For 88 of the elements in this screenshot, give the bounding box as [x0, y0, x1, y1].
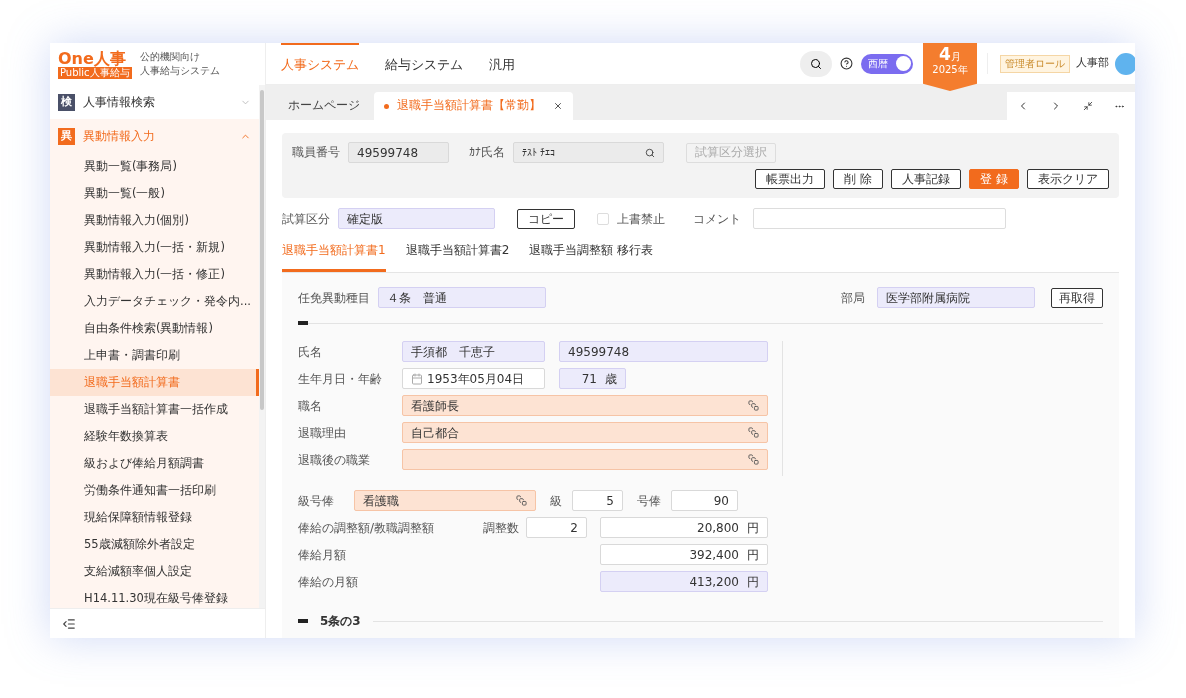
- menu-item[interactable]: 現給保障額情報登録: [50, 504, 259, 531]
- close-icon[interactable]: [553, 101, 563, 111]
- help-icon[interactable]: [840, 57, 853, 70]
- department-label: 人事部: [1076, 55, 1109, 72]
- action-button[interactable]: 帳票出力: [755, 169, 826, 189]
- collapse-menu-icon[interactable]: [62, 616, 76, 631]
- group-label: 人事情報検索: [83, 94, 156, 111]
- menu-item[interactable]: 経験年数換算表: [50, 423, 259, 450]
- role-badge: 管理者ロール: [1000, 54, 1070, 73]
- lookup-field[interactable]: [402, 449, 768, 470]
- menu-item[interactable]: 異動一覧(事務局): [50, 153, 259, 180]
- count-field[interactable]: 2: [526, 517, 587, 538]
- checkbox-label: 上書禁止: [617, 210, 665, 228]
- field-label: 職名: [298, 397, 323, 415]
- section-title: 5条の3: [320, 613, 361, 630]
- field-label: 職員番号: [292, 143, 340, 161]
- menu-item[interactable]: 上申書・調書印刷: [50, 342, 259, 369]
- grade-type-field[interactable]: 看護職: [354, 490, 536, 511]
- copy-button[interactable]: コピー: [517, 208, 575, 229]
- calendar-icon: [411, 372, 423, 385]
- subtitle: 人事給与システム: [139, 64, 220, 78]
- field-label: 任免異動種目: [298, 289, 370, 307]
- employee-number-field[interactable]: 49599748: [559, 341, 768, 362]
- field-label: 調整数: [483, 519, 520, 537]
- comment-field[interactable]: [753, 208, 1006, 229]
- group-icon: 異: [58, 127, 75, 145]
- department-field[interactable]: 医学部附属病院: [877, 287, 1035, 308]
- field-label: 試算区分: [282, 210, 330, 228]
- menu-item[interactable]: H14.11.30現在級号俸登録: [50, 585, 259, 608]
- menu-item[interactable]: 入力データチェック・発令内...: [50, 288, 259, 315]
- logo-badge: Public人事給与: [58, 66, 132, 79]
- lookup-field[interactable]: 看護師長: [402, 395, 768, 416]
- calc-type-field[interactable]: 確定版: [338, 208, 495, 229]
- menu-item[interactable]: 異動一覧(一般): [50, 180, 259, 207]
- field-label: 級号俸: [298, 492, 335, 510]
- nav-tab[interactable]: 給与システム: [385, 43, 463, 84]
- collapse-icon[interactable]: [1082, 101, 1093, 111]
- search-icon[interactable]: [800, 50, 832, 77]
- menu-item[interactable]: 労働条件通知書一括印刷: [50, 477, 259, 504]
- refetch-button[interactable]: 再取得: [1051, 287, 1103, 308]
- action-button[interactable]: 削 除: [833, 169, 884, 189]
- amount-field[interactable]: 20,800 円: [600, 517, 768, 538]
- nav-tab[interactable]: 汎用: [489, 43, 515, 84]
- sub-tab[interactable]: 退職手当調整額 移行表: [529, 241, 654, 272]
- field-label: 俸給の月額: [298, 573, 359, 591]
- menu-item[interactable]: 支給減額率個人設定: [50, 558, 259, 585]
- amount-field[interactable]: 392,400 円: [600, 544, 768, 565]
- field-label: 部局: [841, 289, 865, 307]
- page-tab[interactable]: ホームページ: [278, 92, 370, 120]
- field-label: 氏名: [298, 343, 323, 361]
- birth-date-field[interactable]: 1953年05月04日: [402, 368, 545, 389]
- field-label: 俸給の調整額/教職調整額: [298, 519, 436, 537]
- search-icon[interactable]: [645, 147, 655, 158]
- field-label: 生年月日・年齢: [298, 370, 383, 388]
- menu-item[interactable]: 退職手当額計算書一括作成: [50, 396, 259, 423]
- calendar-toggle[interactable]: 西暦: [861, 53, 913, 74]
- field-label: 退職理由: [298, 424, 347, 442]
- group-icon: 検: [58, 93, 75, 111]
- group-label: 異動情報入力: [83, 128, 156, 145]
- field-label: 俸給月額: [298, 546, 347, 564]
- menu-item[interactable]: 異動情報入力(個別): [50, 207, 259, 234]
- field-label: コメント: [693, 210, 741, 228]
- employee-number-field[interactable]: 49599748: [348, 142, 449, 163]
- name-field[interactable]: 手須都 千恵子: [402, 341, 545, 362]
- sub-tab[interactable]: 退職手当額計算書2: [405, 241, 510, 272]
- field-label: ｶﾅ氏名: [469, 143, 505, 161]
- kana-name-field[interactable]: ﾃｽﾄ ﾁｴｺ: [513, 142, 664, 163]
- field-label: 退職後の職業: [298, 451, 371, 469]
- transfer-type-field[interactable]: ４条 普通: [378, 287, 546, 308]
- lookup-field[interactable]: 自己都合: [402, 422, 768, 443]
- amount-field[interactable]: 413,200 円: [600, 571, 768, 592]
- age-field[interactable]: 71 歳: [559, 368, 626, 389]
- logo-text: One人事: [58, 49, 126, 67]
- menu-item[interactable]: 自由条件検索(異動情報): [50, 315, 259, 342]
- field-label: 号俸: [637, 492, 661, 510]
- menu-item[interactable]: 55歳減額除外者設定: [50, 531, 259, 558]
- menu-group[interactable]: 検 人事情報検索: [50, 85, 259, 119]
- action-button[interactable]: 表示クリア: [1027, 169, 1109, 189]
- menu-item[interactable]: 異動情報入力(一括・修正): [50, 261, 259, 288]
- step-field[interactable]: 90: [671, 490, 738, 511]
- grade-field[interactable]: 5: [572, 490, 623, 511]
- subtitle: 公的機関向け: [139, 50, 201, 64]
- action-button[interactable]: 人事記録: [891, 169, 962, 189]
- menu-item[interactable]: 異動情報入力(一括・新規): [50, 234, 259, 261]
- checkbox[interactable]: [597, 212, 609, 225]
- menu-item[interactable]: 級および俸給月額調書: [50, 450, 259, 477]
- avatar[interactable]: [1115, 52, 1135, 75]
- field-label: 級: [550, 492, 562, 510]
